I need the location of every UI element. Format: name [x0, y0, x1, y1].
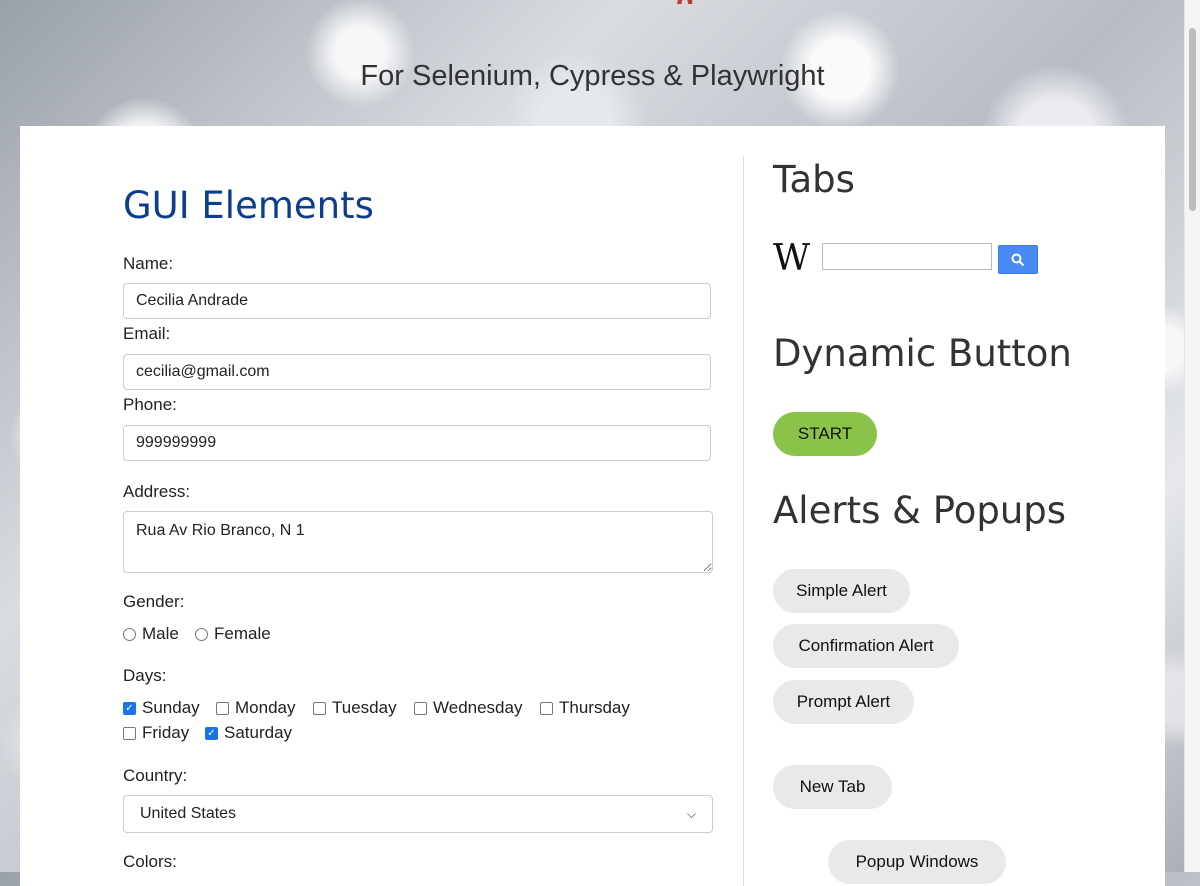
tabs-title: Tabs — [773, 158, 855, 201]
day-label: Tuesday — [332, 698, 397, 717]
address-textarea[interactable]: Rua Av Rio Branco, N 1 — [123, 511, 713, 573]
country-select[interactable]: United States ⌵ — [123, 795, 713, 833]
hero-title-fragment: g — [676, 0, 694, 4]
phone-input[interactable] — [123, 425, 711, 461]
gender-male-option[interactable]: Male — [123, 624, 179, 644]
simple-alert-button[interactable]: Simple Alert — [773, 569, 910, 613]
colors-label: Colors: — [123, 852, 177, 871]
checkbox[interactable] — [123, 726, 136, 740]
email-label: Email: — [123, 324, 171, 343]
chevron-down-icon: ⌵ — [686, 806, 696, 821]
gender-label: Gender: — [123, 592, 185, 611]
checkbox[interactable] — [313, 701, 326, 715]
day-saturday[interactable]: ✓ Saturday — [205, 723, 292, 743]
day-label: Wednesday — [433, 698, 523, 717]
checkbox[interactable] — [216, 701, 229, 715]
name-label: Name: — [123, 254, 174, 273]
day-label: Friday — [142, 723, 190, 742]
prompt-alert-button[interactable]: Prompt Alert — [773, 680, 914, 724]
day-sunday[interactable]: ✓ Sunday — [123, 698, 200, 718]
days-label: Days: — [123, 666, 167, 685]
gender-female-label: Female — [214, 624, 271, 643]
scrollbar-thumb[interactable] — [1189, 28, 1196, 211]
wikipedia-search-input[interactable] — [822, 243, 992, 270]
day-wednesday[interactable]: Wednesday — [414, 698, 522, 718]
page-scrollbar[interactable] — [1184, 0, 1200, 872]
email-input[interactable] — [123, 354, 711, 390]
checkbox-checked[interactable]: ✓ — [123, 701, 136, 715]
phone-label: Phone: — [123, 395, 177, 414]
radio-button[interactable] — [195, 627, 208, 641]
day-friday[interactable]: Friday — [123, 723, 189, 743]
name-input[interactable] — [123, 283, 711, 319]
main-content: GUI Elements Name: Email: Phone: Address… — [20, 126, 1165, 886]
dynamic-button-title: Dynamic Button — [773, 332, 1072, 375]
day-label: Saturday — [224, 723, 293, 742]
checkbox[interactable] — [540, 701, 553, 715]
hero-subtitle: For Selenium, Cypress & Playwright — [360, 60, 825, 92]
address-label: Address: — [123, 482, 191, 501]
checkbox[interactable] — [414, 701, 427, 715]
radio-button[interactable] — [123, 627, 136, 641]
day-label: Monday — [235, 698, 296, 717]
confirmation-alert-button[interactable]: Confirmation Alert — [773, 624, 959, 668]
country-label: Country: — [123, 766, 188, 785]
new-tab-button[interactable]: New Tab — [773, 765, 892, 809]
search-icon — [1011, 253, 1025, 266]
checkbox-checked[interactable]: ✓ — [205, 726, 218, 740]
start-button[interactable]: START — [773, 412, 877, 456]
gui-elements-title: GUI Elements — [123, 184, 374, 227]
popup-windows-button[interactable]: Popup Windows — [828, 840, 1006, 884]
wikipedia-search-button[interactable] — [998, 245, 1038, 274]
day-label: Thursday — [559, 698, 630, 717]
gender-male-label: Male — [142, 624, 179, 643]
day-tuesday[interactable]: Tuesday — [313, 698, 397, 718]
day-thursday[interactable]: Thursday — [540, 698, 630, 718]
alerts-popups-title: Alerts & Popups — [773, 489, 1067, 532]
column-divider — [743, 156, 744, 886]
gender-female-option[interactable]: Female — [195, 624, 271, 644]
day-label: Sunday — [142, 698, 200, 717]
wikipedia-logo-icon: W — [773, 238, 811, 279]
day-monday[interactable]: Monday — [216, 698, 295, 718]
country-selected-value: United States — [140, 805, 237, 822]
